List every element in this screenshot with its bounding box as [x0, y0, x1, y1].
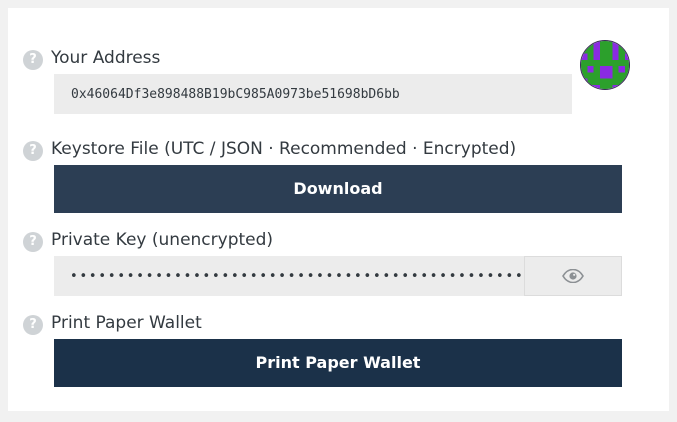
- paper-wallet-help-icon[interactable]: ?: [23, 315, 43, 335]
- download-keystore-button[interactable]: Download: [54, 165, 622, 213]
- private-key-masked-value: ••••••••••••••••••••••••••••••••••••••••…: [70, 269, 525, 284]
- address-help-icon[interactable]: ?: [23, 50, 43, 70]
- keystore-label: Keystore File (UTC / JSON · Recommended …: [51, 139, 517, 159]
- address-label: Your Address: [51, 48, 161, 68]
- private-key-label: Private Key (unencrypted): [51, 230, 274, 250]
- address-value[interactable]: 0x46064Df3e898488B19bC985A0973be51698bD6…: [71, 86, 400, 104]
- toggle-private-key-visibility-button[interactable]: [524, 256, 622, 296]
- private-key-help-icon[interactable]: ?: [23, 232, 43, 252]
- print-paper-wallet-button[interactable]: Print Paper Wallet: [54, 339, 622, 387]
- address-identicon-icon: [580, 40, 630, 90]
- eye-icon: [562, 269, 584, 283]
- paper-wallet-label: Print Paper Wallet: [51, 313, 202, 333]
- keystore-help-icon[interactable]: ?: [23, 141, 43, 161]
